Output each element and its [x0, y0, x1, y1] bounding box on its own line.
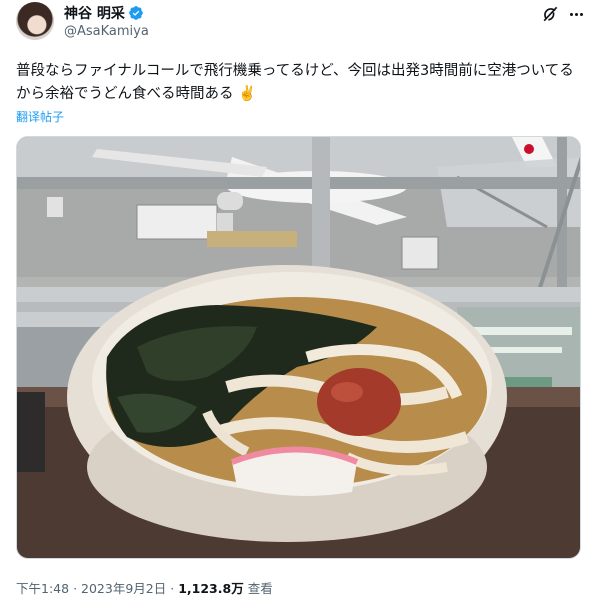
tweet-photo[interactable] [16, 136, 581, 559]
avatar[interactable] [16, 2, 54, 40]
tweet-time[interactable]: 下午1:48 [16, 581, 69, 596]
tweet-header: 神谷 明采 @AsaKamiya [14, 2, 583, 44]
translate-post-link[interactable]: 翻译帖子 [16, 108, 64, 125]
meta-separator: · [73, 581, 78, 596]
tweet-meta: 下午1:48 · 2023年9月2日 · 1,123.8万 查看 [16, 578, 273, 597]
verified-badge-icon [129, 6, 143, 20]
meta-separator-2: · [170, 581, 175, 596]
tweet-text: 普段ならファイナルコールで飛行機乗ってるけど、今回は出発3時間前に空港ついてるか… [16, 63, 574, 102]
views-count: 1,123.8万 [178, 581, 244, 596]
views-label: 查看 [247, 581, 273, 596]
author-display-name[interactable]: 神谷 明采 [64, 3, 125, 23]
more-options-icon[interactable] [566, 4, 586, 24]
author-name-row[interactable]: 神谷 明采 [64, 4, 144, 22]
author-handle[interactable]: @AsaKamiya [64, 24, 149, 39]
tweet-date[interactable]: 2023年9月2日 [81, 581, 166, 596]
udon-airport-photo [17, 137, 580, 558]
grok-icon[interactable] [540, 4, 560, 24]
